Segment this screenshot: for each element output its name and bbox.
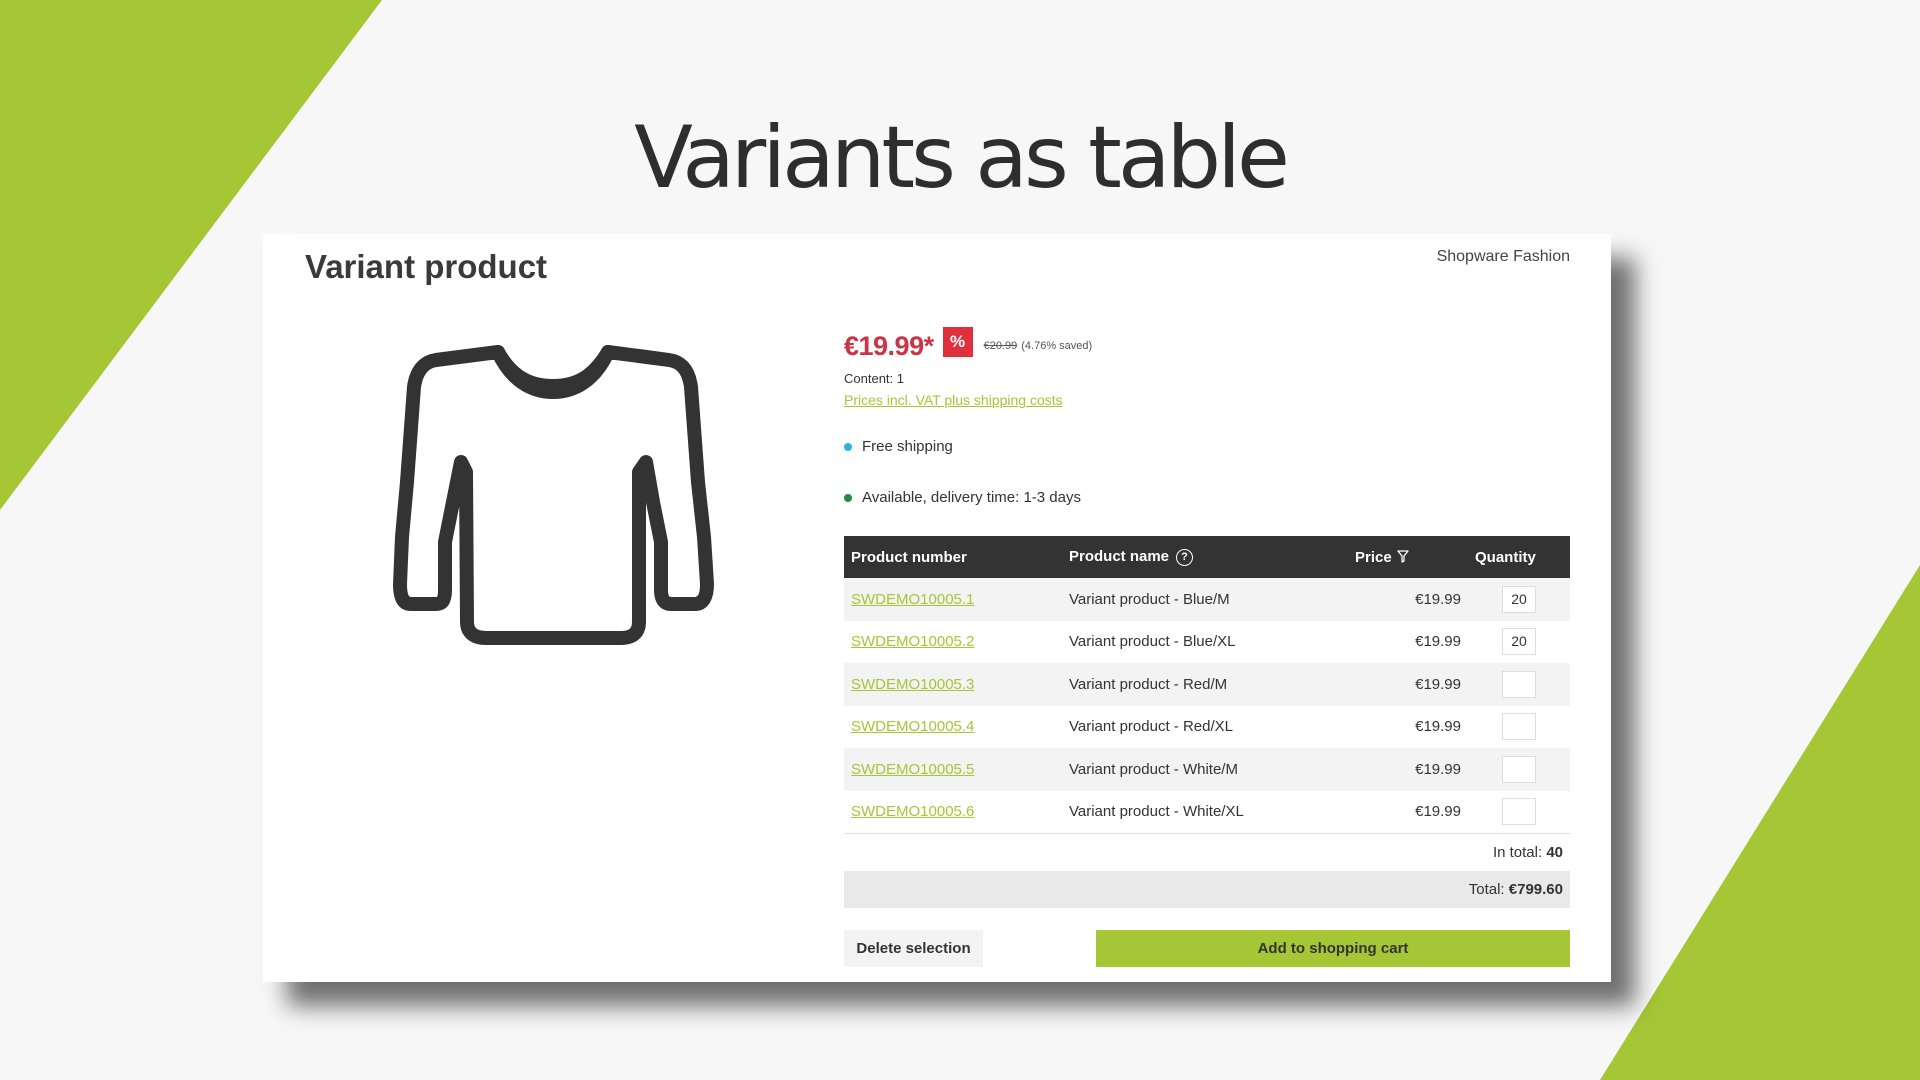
availability-text: Available, delivery time: 1-3 days [862,489,1081,506]
product-name-cell: Variant product - Blue/M [1062,578,1348,621]
product-number-link[interactable]: SWDEMO10005.2 [851,633,974,650]
product-number-link[interactable]: SWDEMO10005.4 [851,718,974,735]
product-number-link[interactable]: SWDEMO10005.1 [851,591,974,608]
quantity-cell [1468,790,1570,834]
table-row: SWDEMO10005.2 Variant product - Blue/XL … [844,620,1570,663]
header-quantity: Quantity [1468,536,1570,578]
discount-badge: % [942,327,973,357]
quantity-input[interactable] [1502,755,1536,783]
decorative-green-triangle-right [1600,565,1920,1080]
availability-info: Available, delivery time: 1-3 days [844,489,1570,506]
total-price-value: €799.60 [1508,880,1563,898]
price-cell: €19.99 [1348,748,1468,791]
product-number-cell[interactable]: SWDEMO10005.1 [844,578,1062,621]
quantity-input[interactable] [1502,713,1536,741]
total-price: Total: €799.60 [844,870,1570,908]
total-quantity-label: In total: [1492,843,1543,861]
table-row: SWDEMO10005.3 Variant product - Red/M €1… [844,663,1570,706]
quantity-cell [1468,748,1570,791]
product-detail-card: Variant product Shopware Fashion €19.99*… [263,234,1611,982]
price-cell: €19.99 [1348,663,1468,706]
table-row: SWDEMO10005.4 Variant product - Red/XL €… [844,705,1570,748]
help-icon[interactable]: ? [1176,548,1194,566]
quantity-input[interactable] [1502,798,1536,825]
product-name-cell: Variant product - White/XL [1062,790,1348,834]
header-price[interactable]: Price [1348,536,1468,578]
quantity-cell: 20 [1468,578,1570,621]
header-product-number[interactable]: Product number [844,536,1062,578]
product-price: €19.99* [844,330,934,361]
quantity-input[interactable]: 20 [1502,585,1536,613]
product-name-cell: Variant product - Red/XL [1062,705,1348,748]
product-name-cell: Variant product - White/M [1062,748,1348,791]
table-header-row: Product number Product name? Price Quant… [844,536,1570,578]
total-quantity-value: 40 [1546,843,1563,861]
product-number-cell[interactable]: SWDEMO10005.2 [844,620,1062,663]
header-product-name[interactable]: Product name? [1062,536,1348,578]
product-number-link[interactable]: SWDEMO10005.5 [851,761,974,778]
availability-status-dot [844,493,852,502]
product-title: Variant product [305,248,548,285]
slide-title: Variants as table [634,108,1290,208]
table-row: SWDEMO10005.6 Variant product - White/XL… [844,790,1570,834]
product-name-cell: Variant product - Blue/XL [1062,620,1348,663]
quantity-input[interactable]: 20 [1502,628,1536,656]
product-number-cell[interactable]: SWDEMO10005.3 [844,663,1062,706]
product-name-cell: Variant product - Red/M [1062,663,1348,706]
action-buttons: Delete selection Add to shopping cart [844,929,1570,967]
product-number-link[interactable]: SWDEMO10005.6 [851,803,974,820]
saved-percentage: (4.76% saved) [1021,340,1093,352]
quantity-cell [1468,705,1570,748]
table-row: SWDEMO10005.5 Variant product - White/M … [844,748,1570,791]
filter-icon[interactable] [1397,549,1409,563]
price-cell: €19.99 [1348,790,1468,834]
shipping-status-dot [844,442,852,451]
list-price: €20.99 [983,340,1018,352]
vat-shipping-link[interactable]: Prices incl. VAT plus shipping costs [844,392,1570,408]
sweater-icon [381,342,731,712]
total-price-label: Total: [1468,880,1505,898]
price-cell: €19.99 [1348,705,1468,748]
delete-selection-button[interactable]: Delete selection [844,929,983,967]
content-info: Content: 1 [844,371,904,386]
total-quantity: In total: 40 [844,834,1570,871]
table-row: SWDEMO10005.1 Variant product - Blue/M €… [844,578,1570,621]
product-number-cell[interactable]: SWDEMO10005.6 [844,790,1062,834]
price-row: €19.99* % €20.99 (4.76% saved) [844,327,1570,363]
manufacturer-link[interactable]: Shopware Fashion [1437,248,1570,266]
shipping-info: Free shipping [844,438,1570,455]
product-number-cell[interactable]: SWDEMO10005.4 [844,705,1062,748]
price-cell: €19.99 [1348,578,1468,621]
add-to-cart-button[interactable]: Add to shopping cart [1096,929,1570,967]
quantity-input[interactable] [1502,670,1536,698]
quantity-cell: 20 [1468,620,1570,663]
price-cell: €19.99 [1348,620,1468,663]
product-buy-area: €19.99* % €20.99 (4.76% saved) Content: … [844,327,1570,967]
product-number-link[interactable]: SWDEMO10005.3 [851,676,974,693]
quantity-cell [1468,663,1570,706]
variants-table: Product number Product name? Price Quant… [844,536,1570,834]
shipping-text: Free shipping [862,438,953,455]
product-number-cell[interactable]: SWDEMO10005.5 [844,748,1062,791]
